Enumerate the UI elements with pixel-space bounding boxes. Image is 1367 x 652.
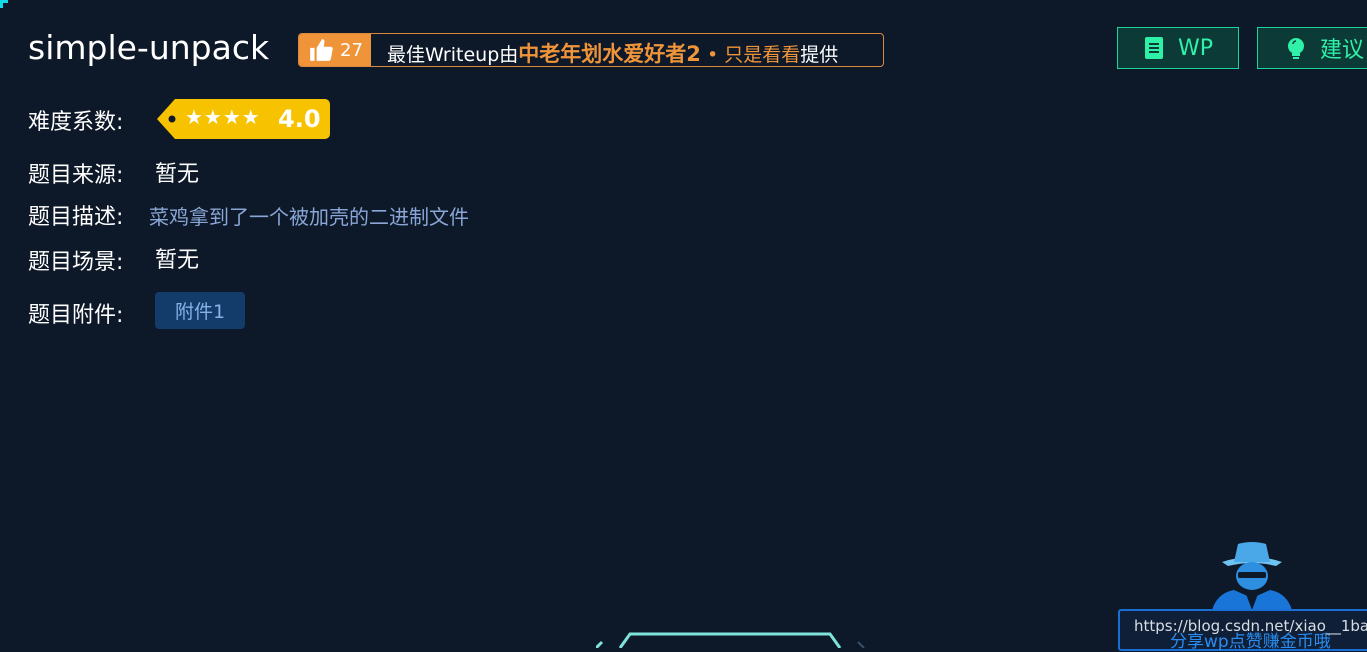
scene-label: 题目场景: (28, 250, 124, 275)
writeup-suffix: 提供 (800, 44, 839, 66)
writeup-author-2[interactable]: 只是看看 (724, 44, 800, 66)
wp-button[interactable]: WP (1117, 27, 1239, 69)
difficulty-rating-tag: ★★★★ 4.0 (157, 99, 330, 139)
attachment-label: 题目附件: (28, 303, 124, 328)
best-writeup-text: 最佳Writeup由中老年划水爱好者2 • 只是看看提供 (387, 38, 838, 68)
hexagon-decoration (596, 632, 865, 648)
like-count: 27 (340, 39, 363, 61)
difficulty-value: 4.0 (278, 105, 321, 133)
description-label: 题目描述: (28, 205, 124, 230)
attachment-download-button[interactable]: 附件1 (155, 292, 245, 329)
description-value: 菜鸡拿到了一个被加壳的二进制文件 (149, 205, 469, 229)
lightbulb-icon (1288, 38, 1304, 59)
writeup-author[interactable]: 中老年划水爱好者2 (518, 42, 701, 66)
problem-title: simple-unpack (28, 28, 270, 67)
writeup-separator: • (706, 44, 719, 66)
blog-watermark: https://blog.csdn.net/xiao__1bai (1134, 617, 1367, 635)
best-writeup-badge[interactable]: 27 最佳Writeup由中老年划水爱好者2 • 只是看看提供 (298, 33, 884, 67)
wp-button-label: WP (1178, 35, 1214, 61)
like-button[interactable]: 27 (299, 34, 371, 66)
scene-value: 暂无 (155, 248, 200, 273)
source-label: 题目来源: (28, 163, 124, 188)
difficulty-label: 难度系数: (28, 110, 124, 135)
writeup-prefix: 最佳Writeup由 (387, 44, 519, 66)
suggest-button-label: 建议 (1320, 38, 1365, 63)
suggest-button[interactable]: 建议 (1257, 27, 1367, 69)
document-icon (1145, 37, 1163, 59)
thumbs-up-icon (310, 39, 333, 61)
source-value: 暂无 (155, 162, 200, 187)
difficulty-stars: ★★★★ (185, 105, 261, 129)
corner-decoration (0, 0, 8, 8)
